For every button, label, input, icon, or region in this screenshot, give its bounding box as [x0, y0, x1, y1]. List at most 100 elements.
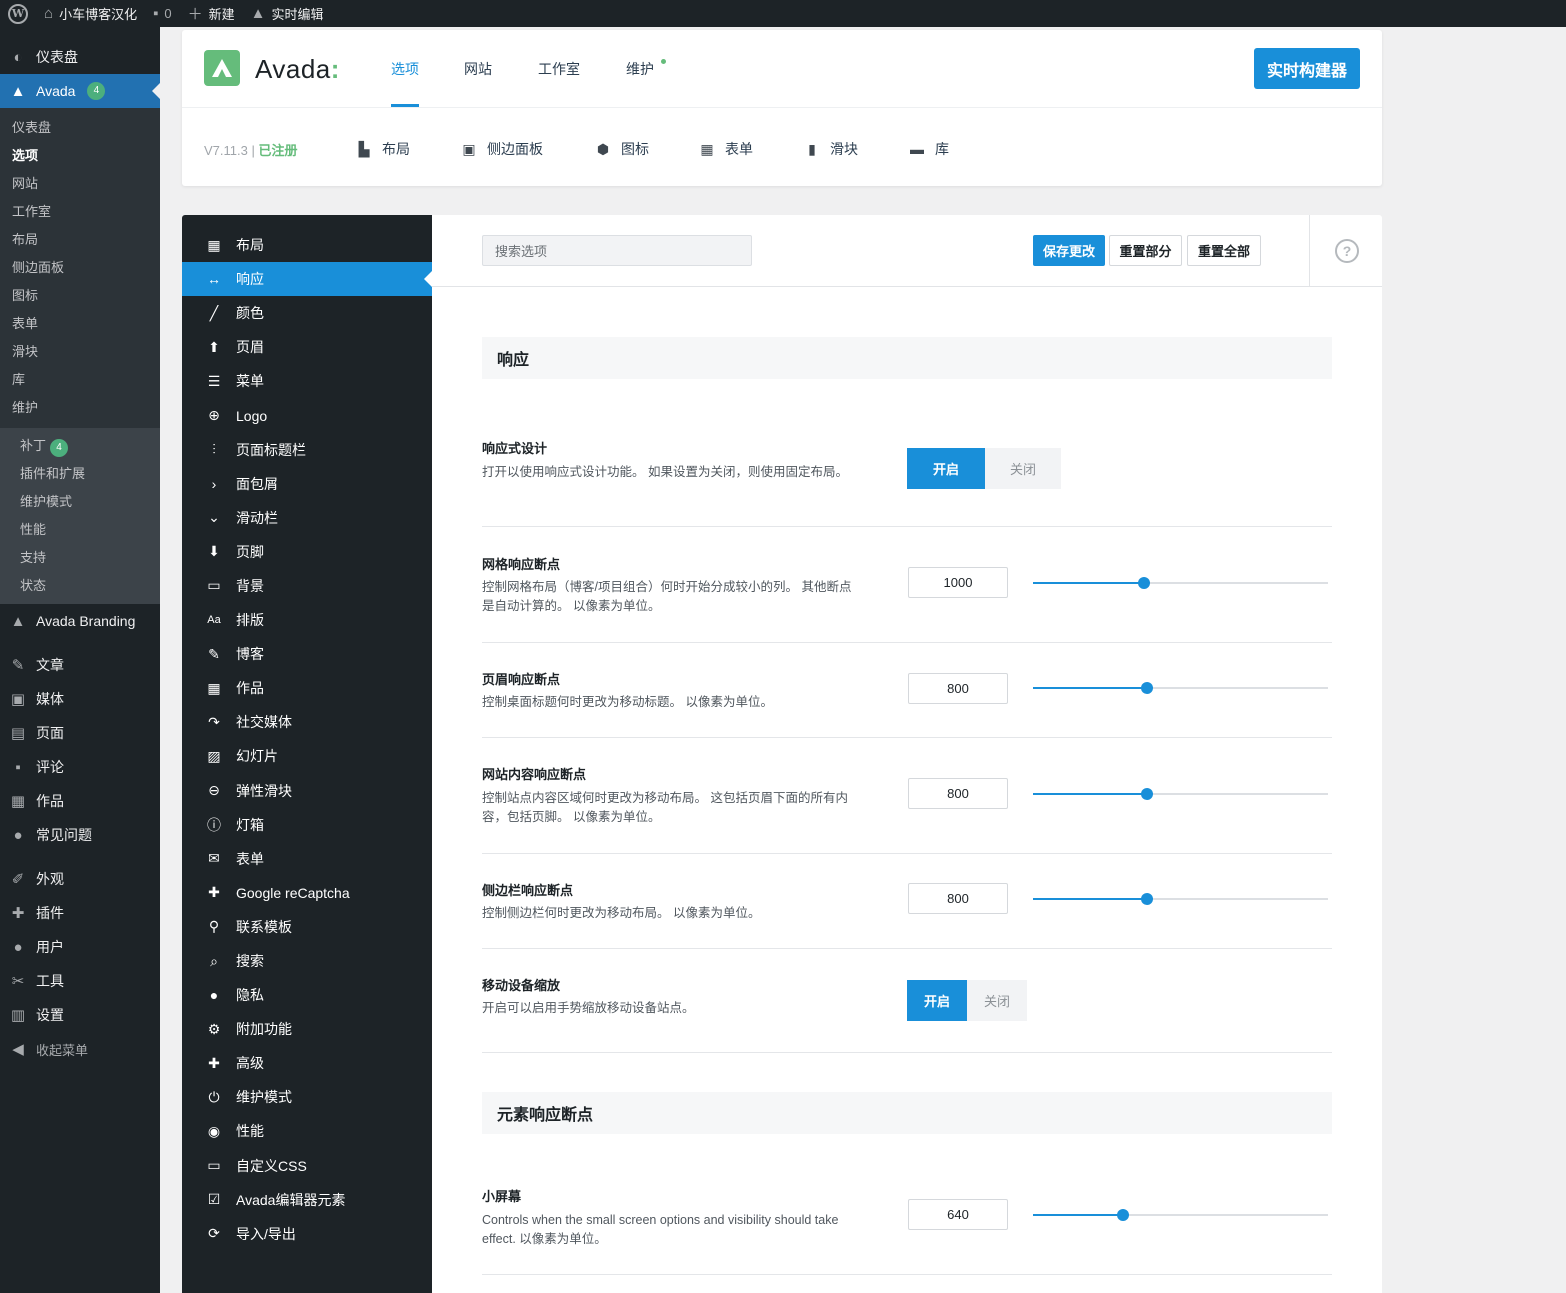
menu-avada[interactable]: ▲ Avada 4 — [0, 74, 160, 108]
sidebar-breakpoint-slider[interactable] — [1033, 893, 1328, 905]
header-breakpoint-input[interactable]: 800 — [908, 673, 1008, 704]
slider-handle[interactable] — [1140, 682, 1153, 694]
options-nav-item[interactable]: ✎ 博客 — [182, 637, 432, 671]
help-icon[interactable]: ? — [1335, 239, 1359, 263]
slider-handle[interactable] — [1116, 1209, 1129, 1221]
subtab-icons[interactable]: ⬢ 图标 — [595, 139, 649, 159]
submenu-library[interactable]: 库 — [0, 366, 160, 394]
wordpress-logo-button[interactable]: W — [0, 0, 36, 27]
options-nav-item[interactable]: ╱ 颜色 — [182, 296, 432, 330]
submenu-studio[interactable]: 工作室 — [0, 198, 160, 226]
submenu-layouts[interactable]: 布局 — [0, 226, 160, 254]
submenu-icons[interactable]: 图标 — [0, 282, 160, 310]
content-breakpoint-slider[interactable] — [1033, 788, 1328, 800]
mobile-zoom-toggle[interactable]: 开启 关闭 — [907, 980, 1027, 1021]
options-nav-item[interactable]: ⚙ 附加功能 — [182, 1012, 432, 1046]
tab-websites[interactable]: 网站 — [464, 59, 492, 79]
slider-handle[interactable] — [1140, 788, 1153, 800]
submenu-options[interactable]: 选项 — [0, 142, 160, 170]
live-edit-link[interactable]: ▲ 实时编辑 — [243, 0, 332, 27]
header-breakpoint-slider[interactable] — [1033, 682, 1328, 694]
submenu-support[interactable]: 支持 — [0, 544, 160, 572]
options-nav-item[interactable]: Aa 排版 — [182, 603, 432, 637]
submenu-websites[interactable]: 网站 — [0, 170, 160, 198]
options-nav-item[interactable]: ⫶ 页面标题栏 — [182, 433, 432, 467]
options-nav-item[interactable]: ▭ 背景 — [182, 569, 432, 603]
collapse-menu-button[interactable]: ◀ 收起菜单 — [0, 1032, 160, 1066]
responsive-toggle[interactable]: 开启 关闭 — [907, 448, 1061, 489]
options-nav-item[interactable]: ⓘ 灯箱 — [182, 808, 432, 842]
options-nav-item[interactable]: ● 隐私 — [182, 978, 432, 1012]
toggle-on-button[interactable]: 开启 — [907, 448, 985, 489]
subtab-off-canvas[interactable]: ▣ 侧边面板 — [461, 139, 543, 159]
slider-handle[interactable] — [1137, 577, 1150, 589]
options-nav-item[interactable]: ◉ 性能 — [182, 1114, 432, 1148]
options-nav-item[interactable]: › 面包屑 — [182, 467, 432, 501]
options-nav-item[interactable]: ▭ 自定义CSS — [182, 1149, 432, 1183]
options-nav-item[interactable]: ⊖ 弹性滑块 — [182, 774, 432, 808]
submenu-dashboard[interactable]: 仪表盘 — [0, 114, 160, 142]
small-screen-slider[interactable] — [1033, 1209, 1328, 1221]
menu-faq[interactable]: ● 常见问题 — [0, 818, 160, 852]
submenu-off-canvas[interactable]: 侧边面板 — [0, 254, 160, 282]
options-nav-item[interactable]: ☰ 菜单 — [182, 364, 432, 398]
tab-maintenance[interactable]: 维护 — [626, 59, 654, 79]
submenu-status[interactable]: 状态 — [0, 572, 160, 600]
submenu-plugins[interactable]: 插件和扩展 — [0, 460, 160, 488]
menu-avada-branding[interactable]: ▲ Avada Branding — [0, 604, 160, 638]
options-nav-item[interactable]: ☑ Avada编辑器元素 — [182, 1183, 432, 1217]
slider-handle[interactable] — [1140, 893, 1153, 905]
subtab-forms[interactable]: ▦ 表单 — [699, 139, 753, 159]
options-nav-item[interactable]: ⏻ 维护模式 — [182, 1080, 432, 1114]
grid-breakpoint-input[interactable]: 1000 — [908, 567, 1008, 598]
menu-dashboard[interactable]: ◐ 仪表盘 — [0, 40, 160, 74]
options-nav-item[interactable]: ⬇ 页脚 — [182, 535, 432, 569]
content-breakpoint-input[interactable]: 800 — [908, 778, 1008, 809]
toggle-off-button[interactable]: 关闭 — [985, 448, 1061, 489]
toggle-on-button[interactable]: 开启 — [907, 980, 967, 1021]
options-nav-item[interactable]: ⬆ 页眉 — [182, 330, 432, 364]
reset-all-button[interactable]: 重置全部 — [1187, 235, 1261, 266]
menu-media[interactable]: ▣ 媒体 — [0, 682, 160, 716]
small-screen-input[interactable]: 640 — [908, 1199, 1008, 1230]
submenu-patcher[interactable]: 补丁 4 — [0, 432, 160, 460]
submenu-forms[interactable]: 表单 — [0, 310, 160, 338]
subtab-library[interactable]: ▬ 库 — [909, 139, 949, 159]
options-nav-item[interactable]: ⌕ 搜索 — [182, 944, 432, 978]
options-nav-item[interactable]: ✚ Google reCaptcha — [182, 876, 432, 910]
options-nav-item[interactable]: ▦ 作品 — [182, 671, 432, 705]
menu-users[interactable]: ● 用户 — [0, 930, 160, 964]
menu-posts[interactable]: ✎ 文章 — [0, 648, 160, 682]
options-nav-item[interactable]: ✉ 表单 — [182, 842, 432, 876]
options-nav-item[interactable]: ⚲ 联系模板 — [182, 910, 432, 944]
submenu-maintenance-mode[interactable]: 维护模式 — [0, 488, 160, 516]
options-nav-item[interactable]: ⌄ 滑动栏 — [182, 501, 432, 535]
submenu-sliders[interactable]: 滑块 — [0, 338, 160, 366]
search-input[interactable]: 搜索选项 — [482, 235, 752, 266]
menu-plugins[interactable]: ✚ 插件 — [0, 896, 160, 930]
new-content-link[interactable]: ＋ 新建 — [180, 0, 243, 27]
menu-tools[interactable]: ✂ 工具 — [0, 964, 160, 998]
subtab-layouts[interactable]: ▙ 布局 — [356, 139, 410, 159]
options-nav-item[interactable]: ✚ 高级 — [182, 1046, 432, 1080]
submenu-maintenance[interactable]: 维护 — [0, 394, 160, 422]
options-nav-item[interactable]: ▨ 幻灯片 — [182, 739, 432, 773]
options-nav-item[interactable]: ▦ 布局 — [182, 228, 432, 262]
menu-portfolio[interactable]: ▦ 作品 — [0, 784, 160, 818]
grid-breakpoint-slider[interactable] — [1033, 577, 1328, 589]
subtab-sliders[interactable]: ▮ 滑块 — [804, 139, 858, 159]
tab-studio[interactable]: 工作室 — [538, 59, 580, 79]
options-nav-item[interactable]: ⟳ 导入/导出 — [182, 1217, 432, 1251]
site-name-link[interactable]: ⌂ 小车博客汉化 — [36, 0, 145, 27]
options-nav-item[interactable]: ⊕ Logo — [182, 398, 432, 432]
options-nav-item[interactable]: ↔ 响应 — [182, 262, 432, 297]
toggle-off-button[interactable]: 关闭 — [967, 980, 1027, 1021]
menu-pages[interactable]: ▤ 页面 — [0, 716, 160, 750]
tab-options[interactable]: 选项 — [391, 59, 419, 107]
submenu-performance[interactable]: 性能 — [0, 516, 160, 544]
live-builder-button[interactable]: 实时构建器 — [1254, 48, 1360, 89]
comments-link[interactable]: ▪ 0 — [145, 0, 180, 27]
save-changes-button[interactable]: 保存更改 — [1033, 235, 1105, 266]
menu-settings[interactable]: ▥ 设置 — [0, 998, 160, 1032]
menu-comments[interactable]: ▪ 评论 — [0, 750, 160, 784]
